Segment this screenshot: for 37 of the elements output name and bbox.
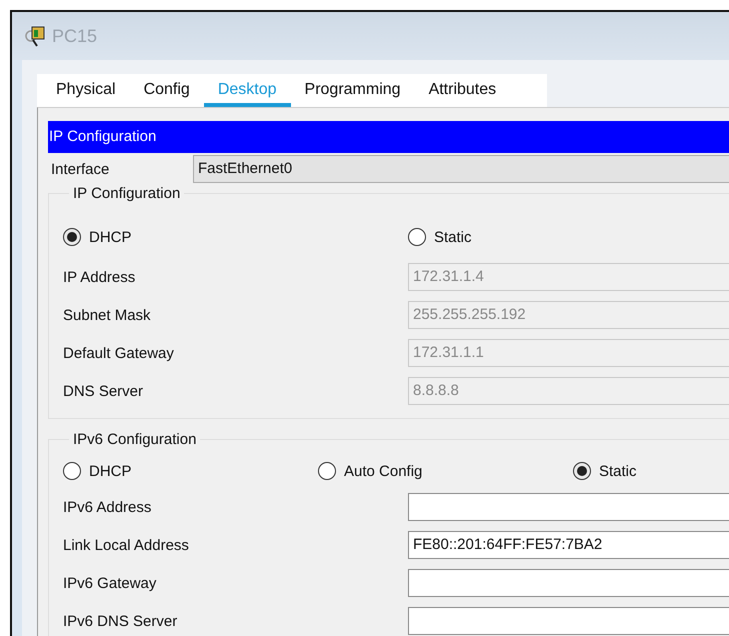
- field-label: DNS Server: [63, 382, 144, 400]
- tab[interactable]: Config: [130, 77, 204, 107]
- input-field[interactable]: [408, 493, 729, 521]
- radio-label: Auto Config: [344, 462, 422, 480]
- field-label: Default Gateway: [63, 344, 175, 362]
- input-field[interactable]: [408, 569, 729, 597]
- field-label: IPv6 Address: [63, 498, 152, 516]
- radio-label: Static: [434, 228, 472, 246]
- field-label: IPv6 Gateway: [63, 574, 158, 592]
- input-field[interactable]: FE80::201:64FF:FE57:7BA2: [408, 531, 729, 559]
- tab[interactable]: Physical: [42, 77, 130, 107]
- field-label: Subnet Mask: [63, 306, 152, 324]
- field-label: Interface: [50, 160, 110, 178]
- interface-dropdown[interactable]: FastEthernet0: [193, 155, 729, 183]
- radio-label: DHCP: [89, 462, 132, 480]
- radio-button[interactable]: [63, 462, 81, 480]
- radio-button[interactable]: [63, 228, 81, 246]
- radio-option[interactable]: Static: [573, 462, 729, 480]
- tab[interactable]: Programming: [290, 77, 415, 107]
- tab[interactable]: Attributes: [414, 77, 510, 107]
- window-title: PC15: [52, 26, 98, 46]
- group-title: IPv6 Configuration: [72, 431, 198, 448]
- radio-button[interactable]: [318, 462, 336, 480]
- radio-option[interactable]: Static: [408, 228, 729, 246]
- radio-option[interactable]: Auto Config: [318, 462, 573, 480]
- field-label: IP Address: [63, 268, 136, 286]
- radio-button[interactable]: [573, 462, 591, 480]
- section-header: IP Configuration: [48, 121, 729, 153]
- radio-option[interactable]: DHCP: [63, 228, 408, 246]
- field-label: IPv6 DNS Server: [63, 612, 178, 630]
- radio-option[interactable]: DHCP: [63, 462, 318, 480]
- group-title: IP Configuration: [72, 185, 182, 202]
- input-field[interactable]: [408, 607, 729, 635]
- radio-label: Static: [599, 462, 637, 480]
- field-label: Link Local Address: [63, 536, 190, 554]
- radio-button[interactable]: [408, 228, 426, 246]
- radio-label: DHCP: [89, 228, 132, 246]
